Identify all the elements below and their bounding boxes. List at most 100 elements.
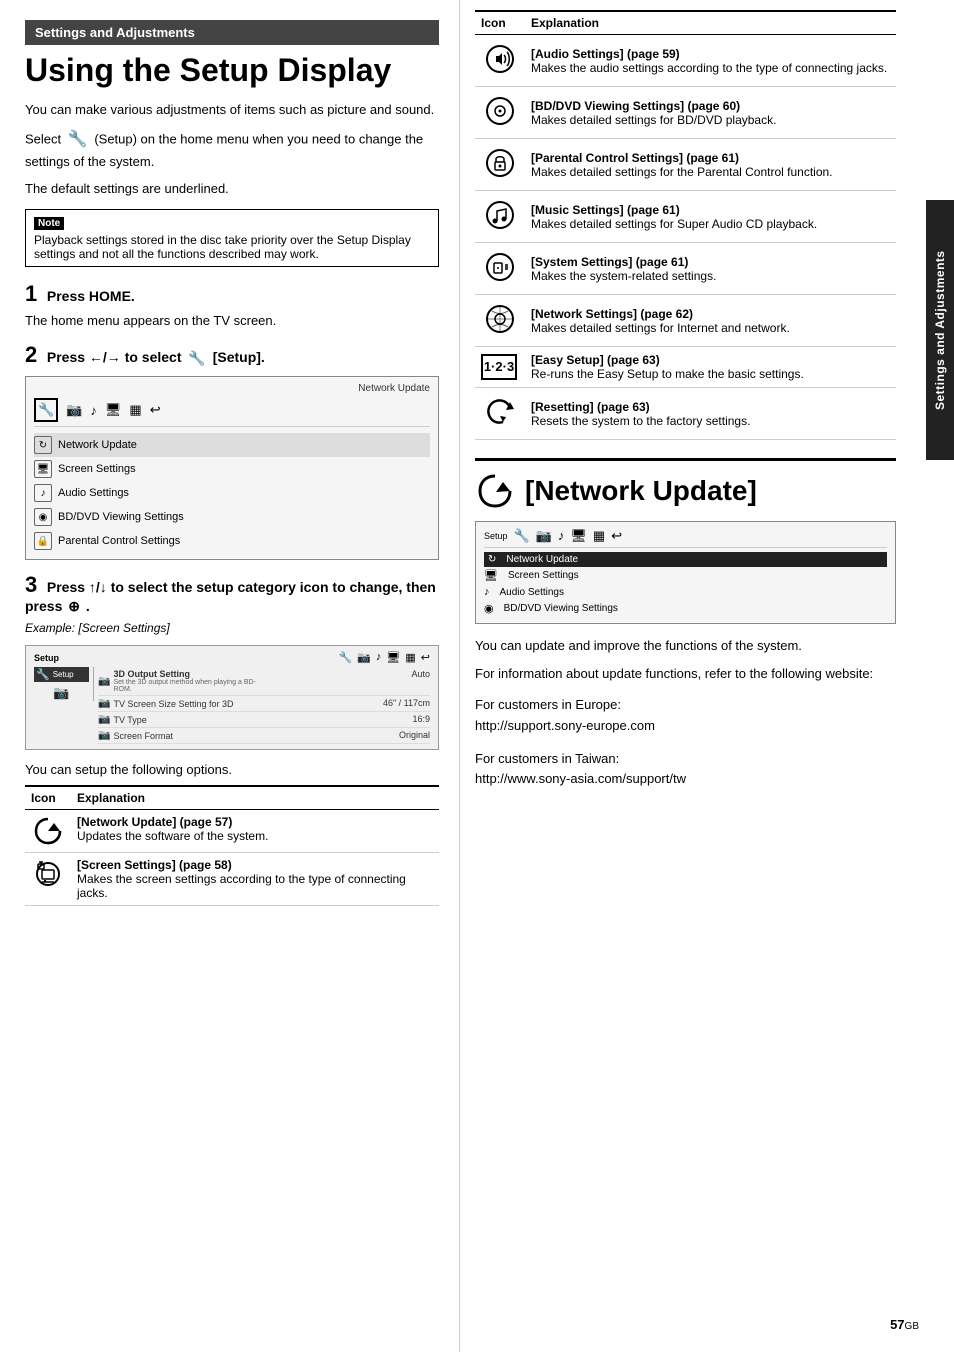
mockup-menu-bddvd: ◉ BD/DVD Viewing Settings — [34, 505, 430, 529]
explanation-cell-music: [Music Settings] (page 61) Makes detaile… — [525, 191, 896, 243]
table-row: [Parental Control Settings] (page 61) Ma… — [475, 139, 896, 191]
page-title: Using the Setup Display — [25, 53, 439, 88]
table-row: [Network Settings] (page 62) Makes detai… — [475, 295, 896, 347]
right-column: Icon Explanation [ — [460, 0, 926, 1352]
circle-plus-icon: ⊕ — [68, 598, 80, 614]
setup-icon-step2: 🔧 — [188, 350, 205, 366]
table-header-icon: Icon — [25, 786, 71, 810]
mockup-icon-setup: 🔧 — [34, 398, 58, 422]
setup-mockup-header: Setup 🔧 📷 ♪ 🖥 ▦ ↩ — [484, 528, 887, 548]
sm-icon-grid: ▦ — [593, 528, 605, 544]
sm-icon-setup: 🔧 — [514, 528, 530, 544]
mockup-icons-row: 🔧 📷 ♪ 🖥 ▦ ↩ — [34, 398, 430, 427]
network-update-icon — [32, 815, 64, 847]
sm-row-bddvd: ◉ BD/DVD Viewing Settings — [484, 600, 887, 617]
explanation-cell-audio: [Audio Settings] (page 59) Makes the aud… — [525, 35, 896, 87]
mockup2-header: Setup 🔧📷♪🖥▦↩ — [34, 651, 430, 664]
network-update-title: [Network Update] — [475, 471, 896, 511]
setup-icon-inline: 🔧 — [68, 128, 88, 152]
system-icon — [482, 249, 518, 285]
table-row: [Screen Settings] (page 58) Makes the sc… — [25, 853, 439, 906]
left-icon-table: Icon Explanation — [25, 785, 439, 906]
setup-mockup-icons-row: 🔧 📷 ♪ 🖥 ▦ ↩ — [514, 528, 623, 544]
sm-icon-back: ↩ — [611, 528, 622, 544]
mockup-screen-icon: 🖥 — [34, 460, 52, 478]
mockup-menu-network: ↻ Network Update — [34, 433, 430, 457]
mockup2-right: 📷 3D Output Setting Set the 3D output me… — [98, 667, 430, 744]
network-settings-icon — [482, 301, 518, 337]
table-row: [Audio Settings] (page 59) Makes the aud… — [475, 35, 896, 87]
parental-icon — [482, 145, 518, 181]
step1-body: The home menu appears on the TV screen. — [25, 311, 439, 331]
icon-cell-parental — [475, 139, 525, 191]
mockup-menu-screen: 🖥 Screen Settings — [34, 457, 430, 481]
mockup-screen-1: Network Update 🔧 📷 ♪ 🖥 ▦ ↩ ↻ Network Upd… — [25, 376, 439, 560]
sm-row-network: ↻ Network Update — [484, 552, 887, 567]
step-2: 2 Press ←/→ to select 🔧 [Setup]. Network… — [25, 342, 439, 560]
explanation-cell-parental: [Parental Control Settings] (page 61) Ma… — [525, 139, 896, 191]
mockup2-container: 🔧 Setup 📷 📷 3D Output Setting — [34, 667, 430, 744]
mockup-menu-audio: ♪ Audio Settings — [34, 481, 430, 505]
screen-settings-icon — [32, 858, 64, 890]
step3-title: Press ↑/↓ to select the setup category i… — [25, 579, 436, 614]
setup-mockup-right: Setup 🔧 📷 ♪ 🖥 ▦ ↩ ↻ Network Update 🖥 — [475, 521, 896, 624]
audio-settings-icon — [482, 41, 518, 77]
step1-number: 1 — [25, 281, 37, 306]
step3-example: Example: [Screen Settings] — [25, 619, 439, 637]
explanation-cell-system: [System Settings] (page 61) Makes the sy… — [525, 243, 896, 295]
sm-icon-cam: 📷 — [536, 528, 552, 544]
mockup2-row-1: 📷 3D Output Setting Set the 3D output me… — [98, 667, 430, 696]
step1-title: Press HOME. — [47, 288, 135, 304]
mockup2-row-2: 📷 TV Screen Size Setting for 3D 46" / 11… — [98, 696, 430, 712]
page-number: 57GB — [890, 1317, 919, 1332]
icon-cell-bddvd — [475, 87, 525, 139]
network-update-body1: You can update and improve the functions… — [475, 636, 896, 656]
network-europe: For customers in Europe: http://support.… — [475, 695, 896, 737]
step3-body: Example: [Screen Settings] — [25, 619, 439, 637]
note-text: Playback settings stored in the disc tak… — [34, 233, 430, 261]
mockup-parental-icon: 🔒 — [34, 532, 52, 550]
right-icon-table: Icon Explanation [ — [475, 10, 896, 440]
step2-title: Press ←/→ to select 🔧 [Setup]. — [47, 349, 265, 365]
mockup-network-icon: ↻ — [34, 436, 52, 454]
network-taiwan: For customers in Taiwan: http://www.sony… — [475, 749, 896, 791]
mockup-audio-icon: ♪ — [34, 484, 52, 502]
icon-cell-network — [25, 810, 71, 853]
explanation-cell-reset: [Resetting] (page 63) Resets the system … — [525, 388, 896, 440]
intro-para3: The default settings are underlined. — [25, 179, 439, 199]
table-header-explanation: Explanation — [71, 786, 439, 810]
icon-cell-audio — [475, 35, 525, 87]
left-column: Settings and Adjustments Using the Setup… — [0, 0, 460, 1352]
section-header: Settings and Adjustments — [25, 20, 439, 45]
mockup2-row-4: 📷 Screen Format Original — [98, 728, 430, 744]
table-row: 1·2·3 [Easy Setup] (page 63) Re-runs the… — [475, 347, 896, 388]
icon-cell-easysetup: 1·2·3 — [475, 347, 525, 388]
mockup-icon-cam: 📷 — [66, 402, 82, 418]
mockup2-left: 🔧 Setup 📷 — [34, 667, 94, 701]
right-table-header-explanation: Explanation — [525, 11, 896, 35]
network-update-large-icon — [475, 471, 515, 511]
explanation-cell-network-settings: [Network Settings] (page 62) Makes detai… — [525, 295, 896, 347]
explanation-cell-network: [Network Update] (page 57) Updates the s… — [71, 810, 439, 853]
right-table-header-icon: Icon — [475, 11, 525, 35]
reset-icon — [482, 394, 518, 430]
table-row: [Music Settings] (page 61) Makes detaile… — [475, 191, 896, 243]
step-3: 3 Press ↑/↓ to select the setup category… — [25, 572, 439, 750]
table-row: [BD/DVD Viewing Settings] (page 60) Make… — [475, 87, 896, 139]
icon-cell-system — [475, 243, 525, 295]
table-row: [Network Update] (page 57) Updates the s… — [25, 810, 439, 853]
mockup-screen-2: Setup 🔧📷♪🖥▦↩ 🔧 Setup 📷 — [25, 645, 439, 750]
icon-cell-music — [475, 191, 525, 243]
setup-options-text: You can setup the following options. — [25, 762, 439, 777]
table-row: [System Settings] (page 61) Makes the sy… — [475, 243, 896, 295]
network-update-body2: For information about update functions, … — [475, 664, 896, 684]
mockup-icon-arrow: ↩ — [150, 402, 161, 418]
mockup2-item-active: 🔧 Setup — [34, 667, 89, 682]
sm-icon-music: ♪ — [558, 528, 565, 544]
bddvd-icon — [482, 93, 518, 129]
sm-row-audio: ♪ Audio Settings — [484, 584, 887, 600]
mockup-bddvd-icon: ◉ — [34, 508, 52, 526]
mockup-icon-grid: ▦ — [129, 402, 141, 418]
mockup2-row-3: 📷 TV Type 16:9 — [98, 712, 430, 728]
step2-number: 2 — [25, 342, 37, 367]
